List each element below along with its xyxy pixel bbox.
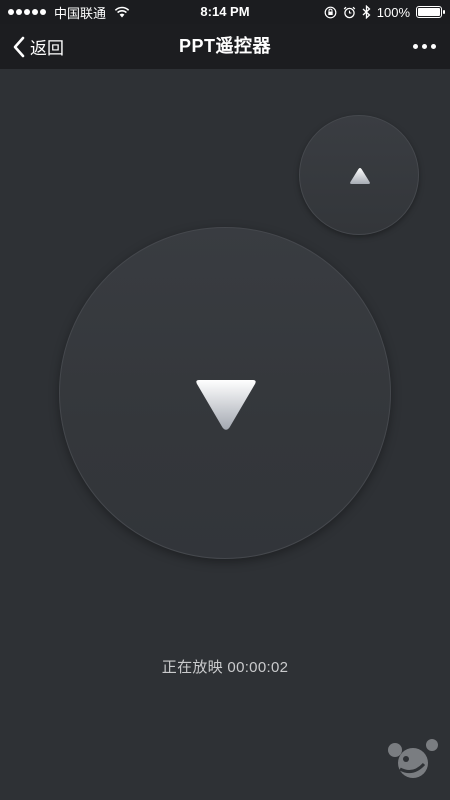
next-slide-button[interactable] bbox=[59, 227, 391, 559]
more-icon bbox=[413, 44, 418, 49]
status-bar: 中国联通 8:14 PM 100% bbox=[0, 0, 450, 24]
battery-percent: 100% bbox=[376, 4, 410, 20]
status-bar-right: 100% bbox=[324, 0, 445, 24]
bluetooth-icon bbox=[362, 5, 371, 19]
more-button[interactable] bbox=[413, 24, 436, 69]
presentation-status: 正在放映 00:00:02 bbox=[161, 659, 289, 676]
nav-bar: 返回 PPT遥控器 bbox=[0, 24, 450, 69]
watermark-logo bbox=[388, 739, 438, 778]
ppt-remote-screen: 中国联通 8:14 PM 100% 返回 PPT遥控器 正在放映 00:00:0… bbox=[0, 0, 450, 800]
page-title: PPT遥控器 bbox=[178, 36, 271, 56]
triangle-down-icon bbox=[196, 380, 256, 430]
battery-icon bbox=[416, 6, 445, 18]
previous-slide-button[interactable] bbox=[299, 115, 419, 235]
triangle-up-icon bbox=[350, 168, 370, 184]
lock-rotation-icon bbox=[324, 6, 337, 18]
alarm-icon bbox=[343, 6, 356, 18]
